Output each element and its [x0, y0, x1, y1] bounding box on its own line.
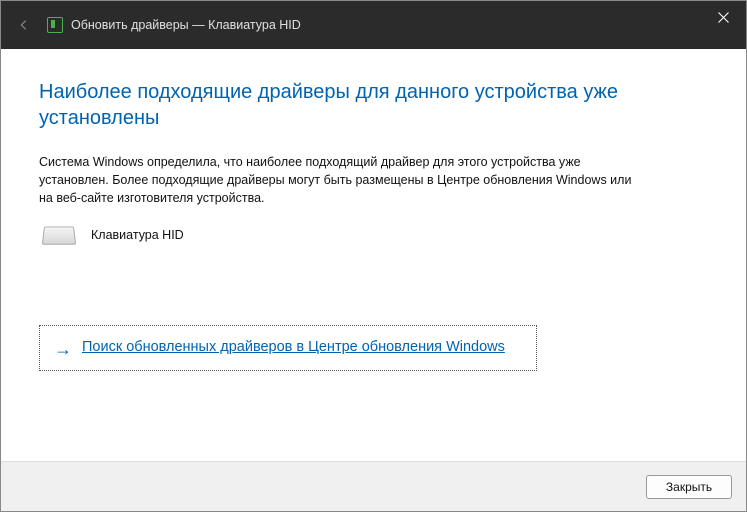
search-link-text: Поиск обновленных драйверов в Центре обн…	[82, 338, 505, 358]
device-row: Клавиатура HID	[43, 225, 708, 245]
footer: Закрыть	[1, 461, 746, 511]
window-title: Обновить драйверы — Клавиатура HID	[71, 18, 301, 32]
search-windows-update-link[interactable]: → Поиск обновленных драйверов в Центре о…	[39, 325, 537, 371]
driver-update-dialog: Обновить драйверы — Клавиатура HID Наибо…	[0, 0, 747, 512]
close-window-button[interactable]	[700, 1, 746, 33]
arrow-right-icon: →	[54, 340, 72, 358]
close-icon	[718, 12, 729, 23]
titlebar: Обновить драйверы — Клавиатура HID	[1, 1, 746, 49]
device-name-label: Клавиатура HID	[91, 228, 184, 242]
content-area: Наиболее подходящие драйверы для данного…	[1, 49, 746, 461]
close-button[interactable]: Закрыть	[646, 475, 732, 499]
back-button[interactable]	[1, 1, 47, 49]
keyboard-icon	[42, 227, 76, 245]
device-title-icon	[47, 17, 63, 33]
arrow-left-icon	[17, 18, 31, 32]
description-text: Система Windows определила, что наиболее…	[39, 153, 639, 207]
page-heading: Наиболее подходящие драйверы для данного…	[39, 79, 708, 131]
